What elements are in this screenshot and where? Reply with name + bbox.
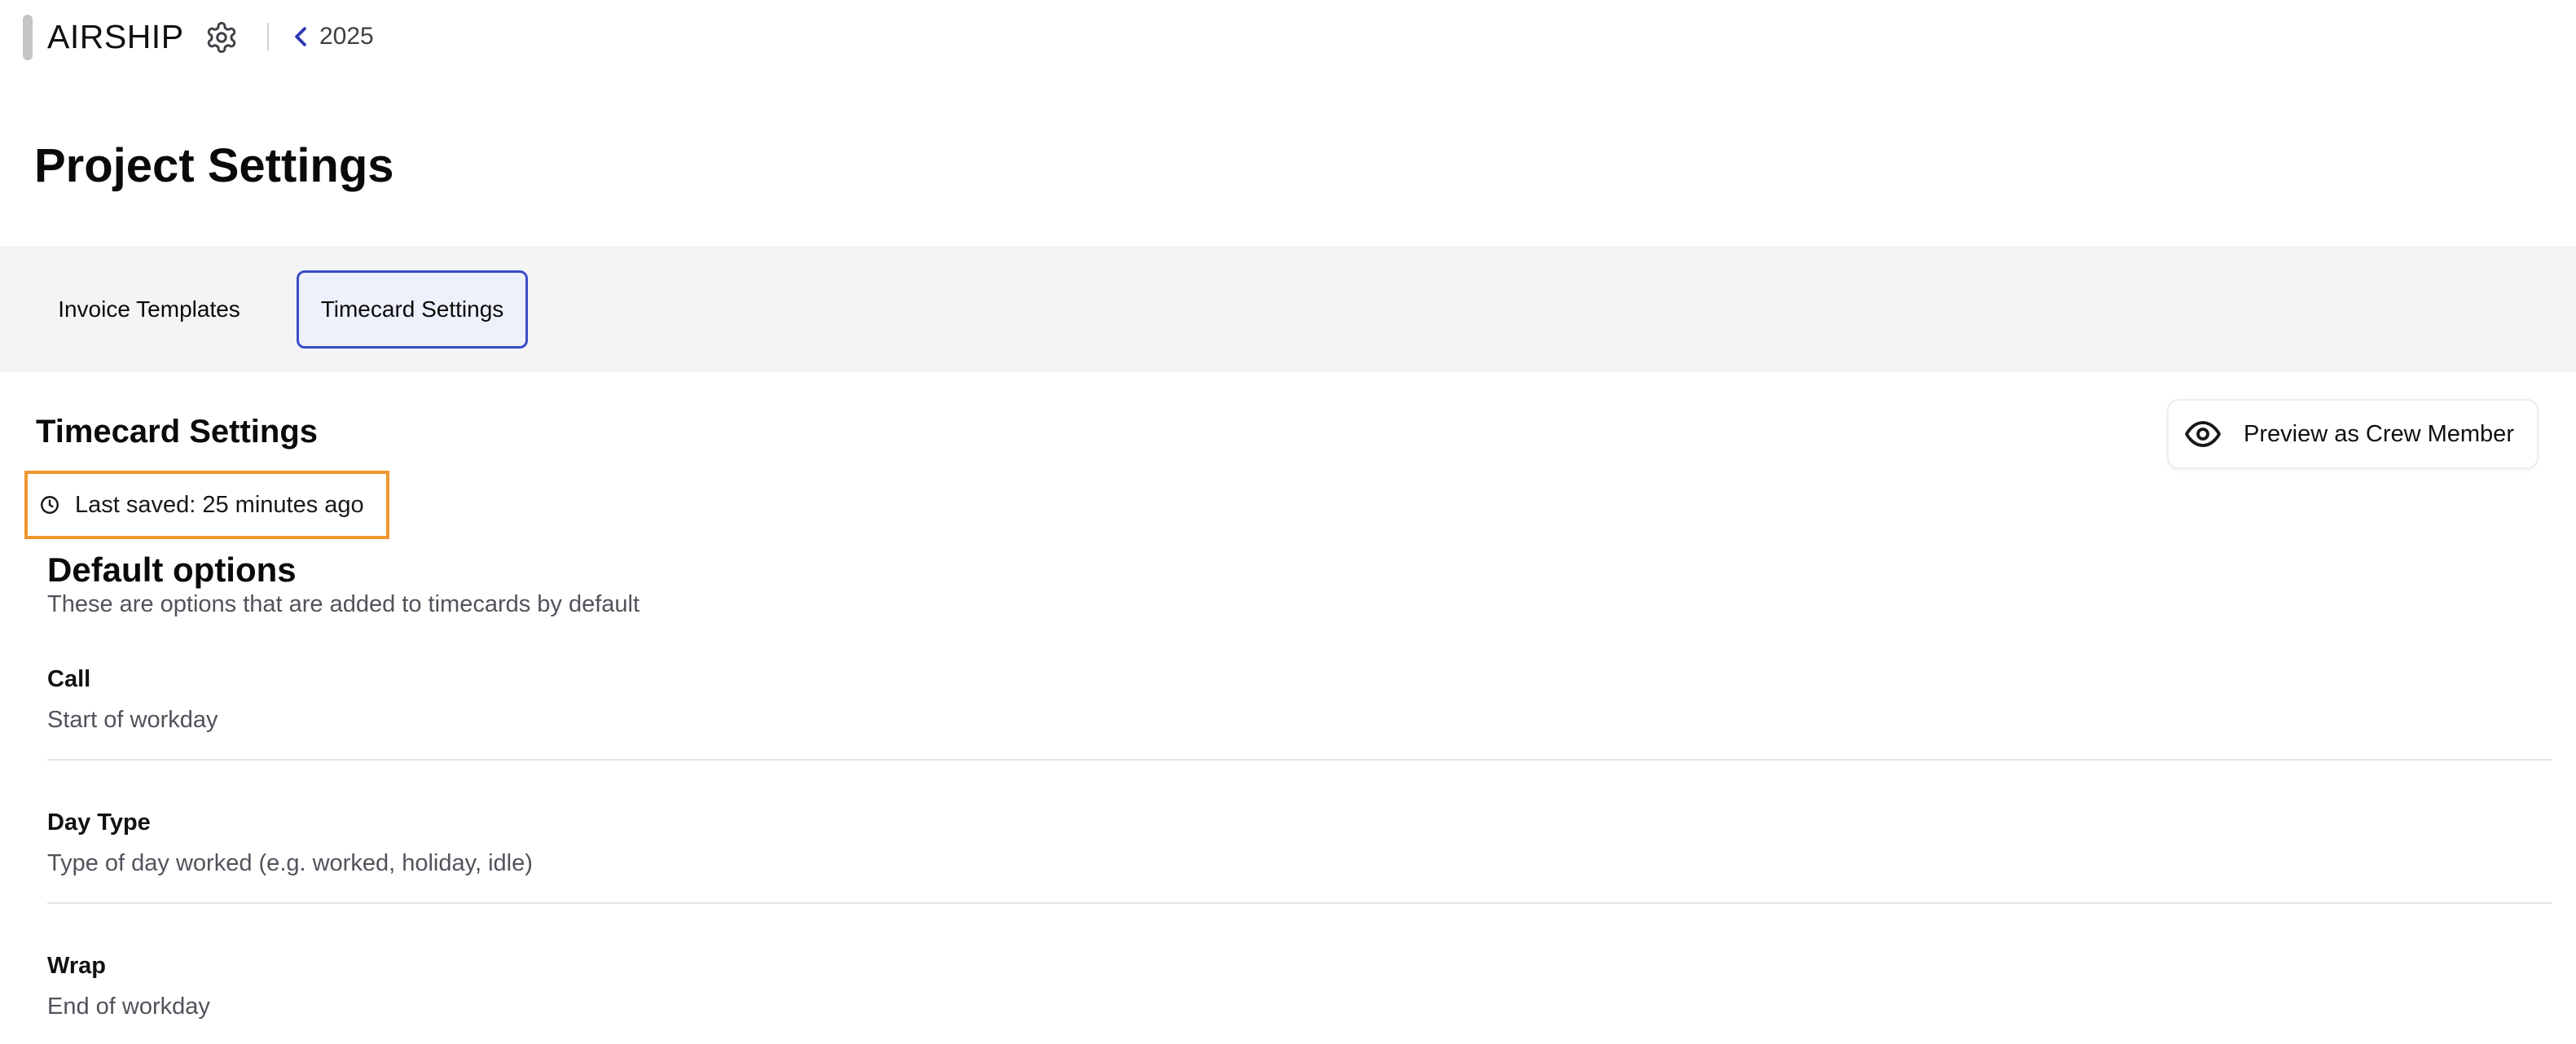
back-to-year-link[interactable]: 2025 bbox=[293, 18, 374, 55]
sidebar-handle[interactable] bbox=[23, 15, 33, 60]
back-link-label: 2025 bbox=[319, 23, 374, 50]
option-day-type: Day Type Type of day worked (e.g. worked… bbox=[47, 808, 2552, 904]
brand-logo[interactable]: AIRSHIP bbox=[47, 16, 184, 57]
option-divider bbox=[47, 759, 2552, 761]
eye-icon bbox=[2185, 421, 2221, 447]
clock-icon bbox=[41, 496, 59, 514]
default-options-subtitle: These are options that are added to time… bbox=[47, 591, 640, 617]
preview-as-crew-member-button[interactable]: Preview as Crew Member bbox=[2167, 399, 2539, 469]
section-title: Timecard Settings bbox=[36, 414, 319, 450]
option-call: Call Start of workday bbox=[47, 665, 2552, 761]
option-name: Day Type bbox=[47, 809, 151, 836]
option-description: Start of workday bbox=[47, 707, 218, 733]
preview-button-label: Preview as Crew Member bbox=[2244, 420, 2514, 447]
settings-button[interactable] bbox=[202, 18, 241, 57]
option-name: Call bbox=[47, 666, 91, 692]
last-saved-text: Last saved: 25 minutes ago bbox=[75, 491, 364, 518]
option-wrap: Wrap End of workday bbox=[47, 951, 2552, 1021]
option-description: End of workday bbox=[47, 994, 210, 1020]
option-divider bbox=[47, 902, 2552, 904]
top-bar: AIRSHIP 2025 bbox=[0, 0, 2576, 73]
tab-timecard-settings[interactable]: Timecard Settings bbox=[297, 270, 528, 349]
tab-invoice-templates[interactable]: Invoice Templates bbox=[33, 270, 266, 349]
chevron-left-icon bbox=[295, 27, 306, 46]
last-saved-status: Last saved: 25 minutes ago bbox=[24, 471, 389, 539]
option-name: Wrap bbox=[47, 953, 106, 979]
settings-tabs: Invoice Templates Timecard Settings bbox=[0, 246, 2576, 372]
project-settings-page: AIRSHIP 2025 Project Settings Invoice Te… bbox=[0, 0, 2576, 1044]
page-title: Project Settings bbox=[34, 139, 394, 192]
option-description: Type of day worked (e.g. worked, holiday… bbox=[47, 850, 533, 876]
gear-icon bbox=[207, 22, 236, 53]
default-options-title: Default options bbox=[47, 551, 297, 589]
header-divider bbox=[267, 23, 269, 50]
